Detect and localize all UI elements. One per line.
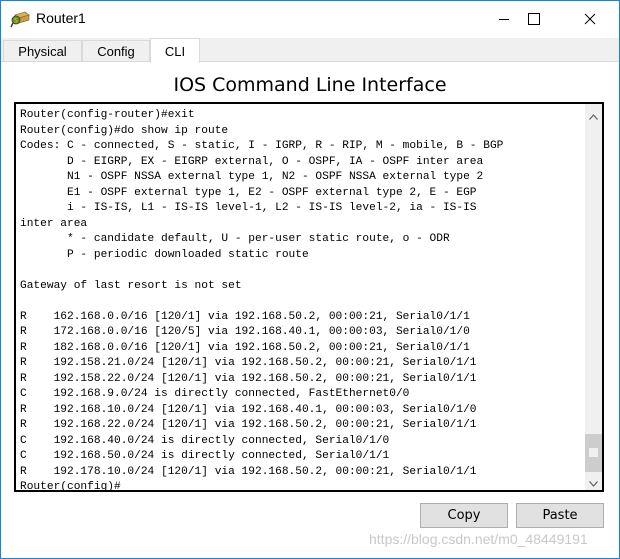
terminal-line: N1 - OSPF NSSA external type 1, N2 - OSP… [66,171,484,183]
terminal-line: R 162.168.0.0/16 [120/1] via 192.168.50.… [20,310,470,323]
tab-bar: Physical Config CLI [1,38,619,63]
terminal-line: Router(config)#do show ip route [20,124,229,137]
terminal-line: C 192.168.9.0/24 is directly connected, … [20,388,410,400]
terminal-line: Router(config-router)#exit [20,109,195,121]
terminal-line: D - EIGRP, EX - EIGRP external, O - OSPF… [66,155,484,168]
terminal-line: Gateway of last resort is not set [20,279,242,292]
cli-heading: IOS Command Line Interface [173,74,447,96]
title-bar[interactable]: S Router1 [1,1,619,37]
tab-cli[interactable]: CLI [150,38,200,63]
scroll-up-button[interactable] [585,106,602,123]
close-button[interactable] [567,1,613,37]
terminal-output[interactable]: Router(config-router)#exit Router(config… [20,108,582,496]
terminal-line: R 192.158.21.0/24 [120/1] via 192.168.50… [20,357,477,369]
terminal-line: P - periodic downloaded static route [66,248,309,261]
terminal-line: R 192.168.10.0/24 [120/1] via 192.168.40… [20,403,477,416]
terminal-line: R 192.168.22.0/24 [120/1] via 192.168.50… [20,419,477,431]
router-window: S Router1 Physical Config CLI IOS Comman… [0,0,620,559]
terminal-line: Codes: C - connected, S - static, I - IG… [20,140,504,152]
terminal-line: C 192.168.40.0/24 is directly connected,… [20,434,390,447]
copy-button[interactable]: Copy [420,503,508,528]
chevron-down-icon [589,472,598,491]
scroll-thumb[interactable] [585,434,602,472]
terminal-scrollbar[interactable] [585,104,602,490]
scroll-grip [589,448,598,457]
cli-terminal[interactable]: Router(config-router)#exit Router(config… [14,102,604,493]
terminal-line: E1 - OSPF external type 1, E2 - OSPF ext… [66,186,477,199]
router-icon: S [10,9,30,29]
scroll-down-button[interactable] [585,473,602,490]
minimize-icon [498,10,510,29]
terminal-line: * - candidate default, U - per-user stat… [66,233,450,245]
close-icon [584,10,596,29]
terminal-line: R 192.158.22.0/24 [120/1] via 192.168.50… [20,372,477,385]
paste-button[interactable]: Paste [516,503,604,528]
terminal-line: R 192.178.10.0/24 [120/1] via 192.168.50… [20,465,477,478]
terminal-line: i - IS-IS, L1 - IS-IS level-1, L2 - IS-I… [66,202,477,214]
terminal-line: Router(config)# [20,481,121,493]
watermark: https://blog.csdn.net/m0_48449191 [369,531,588,547]
terminal-line: R 172.168.0.0/16 [120/5] via 192.168.40.… [20,326,470,338]
tab-physical[interactable]: Physical [3,40,82,61]
svg-text:S: S [14,18,18,25]
maximize-icon [528,10,540,29]
window-title: Router1 [36,10,86,26]
chevron-up-icon [589,105,598,124]
terminal-line: C 192.168.50.0/24 is directly connected,… [20,450,390,462]
tab-config[interactable]: Config [82,40,150,61]
terminal-line: inter area [20,217,88,230]
maximize-button[interactable] [511,1,557,37]
terminal-line: R 182.168.0.0/16 [120/1] via 192.168.50.… [20,341,470,354]
